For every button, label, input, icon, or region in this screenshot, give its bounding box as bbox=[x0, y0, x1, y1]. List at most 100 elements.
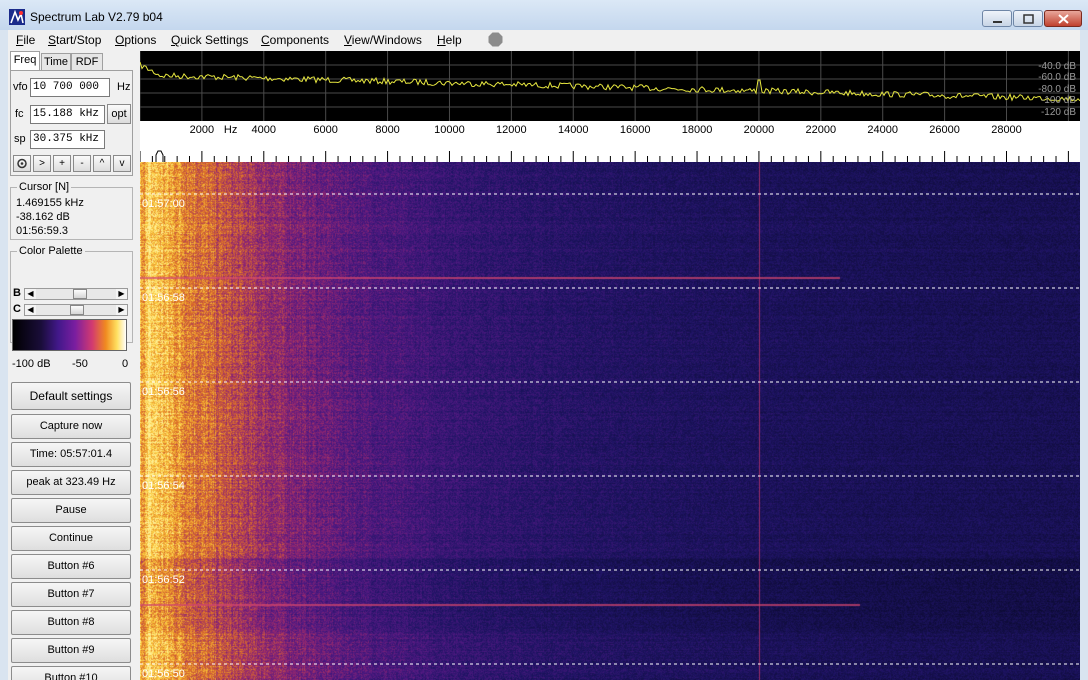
step-right-button[interactable]: > bbox=[33, 155, 51, 172]
frequency-label: 22000 bbox=[806, 124, 837, 136]
frequency-label: 8000 bbox=[375, 124, 399, 136]
spectrum-graph[interactable]: -40.0 dB-60.0 dB-80.0 dB-100 dB-120 dB bbox=[140, 51, 1080, 121]
contrast-slider[interactable]: ◀ ▶ bbox=[24, 304, 128, 316]
status-led-icon bbox=[488, 32, 503, 47]
db-label: -80.0 dB bbox=[1038, 84, 1076, 95]
frequency-label: 18000 bbox=[682, 124, 713, 136]
db-label: -100 dB bbox=[1041, 95, 1076, 106]
capture-now-button[interactable]: Capture now bbox=[11, 414, 131, 439]
opt-button[interactable]: opt bbox=[107, 104, 131, 124]
cursor-level: -38.162 dB bbox=[16, 211, 70, 223]
waterfall-display[interactable]: 01:57:00 01:56:58 01:56:56 01:56:54 01:56:52… bbox=[140, 162, 1080, 680]
palette-min-label: -100 dB bbox=[12, 358, 51, 370]
fc-label: fc bbox=[15, 108, 24, 120]
menu-file[interactable]: File bbox=[16, 33, 35, 47]
app-window: Spectrum Lab V2.79 b04 File Start/Stop O… bbox=[0, 0, 1088, 680]
time-marker-label: 01:56:54 bbox=[142, 480, 185, 492]
button-6[interactable]: Button #6 bbox=[11, 554, 131, 579]
menu-options[interactable]: Options bbox=[115, 33, 156, 47]
gear-icon bbox=[17, 158, 27, 169]
zoom-out-button[interactable]: - bbox=[73, 155, 91, 172]
contrast-label: C bbox=[13, 303, 21, 315]
frequency-label: 24000 bbox=[867, 124, 898, 136]
frequency-label: 2000 bbox=[190, 124, 214, 136]
time-marker-label: 01:56:50 bbox=[142, 668, 185, 680]
frequency-label: 28000 bbox=[991, 124, 1022, 136]
close-icon bbox=[1058, 14, 1069, 24]
menu-quick-settings[interactable]: Quick Settings bbox=[171, 33, 248, 47]
button-8[interactable]: Button #8 bbox=[11, 610, 131, 635]
sp-label: sp bbox=[14, 133, 26, 145]
maximize-icon bbox=[1023, 14, 1034, 24]
button-7[interactable]: Button #7 bbox=[11, 582, 131, 607]
db-label: -120 dB bbox=[1041, 107, 1076, 118]
title-bar[interactable]: Spectrum Lab V2.79 b04 bbox=[0, 0, 1088, 30]
scroll-right-icon[interactable]: ▶ bbox=[116, 305, 127, 315]
time-marker-label: 01:56:52 bbox=[142, 574, 185, 586]
scroll-left-icon[interactable]: ◀ bbox=[25, 305, 36, 315]
shift-up-button[interactable]: ^ bbox=[93, 155, 111, 172]
color-palette-bar bbox=[12, 319, 127, 351]
menu-start-stop[interactable]: Start/Stop bbox=[48, 33, 101, 47]
sp-input[interactable]: 30.375 kHz bbox=[30, 130, 105, 149]
frequency-label: 16000 bbox=[620, 124, 651, 136]
waterfall-overlay: 01:57:00 01:56:58 01:56:56 01:56:54 01:56:52… bbox=[140, 193, 1080, 680]
shift-down-button[interactable]: v bbox=[113, 155, 131, 172]
cursor-group: Cursor [N] 1.469155 kHz -38.162 dB 01:56… bbox=[10, 181, 133, 240]
control-panel: Freq Time RDF vfo 10 700 000 Hz fc 15.18… bbox=[8, 51, 137, 680]
spectrum-display[interactable]: -40.0 dB -60.0 dB -80.0 dB -100 dB -120 dB 2… bbox=[140, 51, 1080, 680]
minimize-icon bbox=[993, 21, 1002, 23]
peak-button[interactable]: peak at 323.49 Hz bbox=[11, 470, 131, 495]
default-settings-button[interactable]: Default settings bbox=[11, 382, 131, 410]
time-button[interactable]: Time: 05:57:01.4 bbox=[11, 442, 131, 467]
frequency-label: 20000 bbox=[744, 124, 775, 136]
frequency-unit: Hz bbox=[224, 124, 237, 136]
brightness-label: B bbox=[13, 287, 21, 299]
brightness-thumb[interactable] bbox=[73, 289, 88, 299]
scroll-right-icon[interactable]: ▶ bbox=[116, 289, 127, 299]
contrast-thumb[interactable] bbox=[70, 305, 84, 315]
fc-input[interactable]: 15.188 kHz bbox=[30, 105, 105, 124]
button-9[interactable]: Button #9 bbox=[11, 638, 131, 663]
time-marker-label: 01:56:56 bbox=[142, 386, 185, 398]
vfo-input[interactable]: 10 700 000 bbox=[30, 78, 110, 97]
pause-button[interactable]: Pause bbox=[11, 498, 131, 523]
frequency-scale[interactable]: 2000 Hz 4000 6000 8000 10000 12000 14000 16000 18… bbox=[140, 121, 1080, 162]
vfo-unit: Hz bbox=[117, 81, 131, 93]
palette-max-label: 0 bbox=[122, 358, 129, 370]
frequency-label: 10000 bbox=[434, 124, 465, 136]
cursor-group-title: Cursor [N] bbox=[17, 181, 72, 193]
minimize-button[interactable] bbox=[982, 10, 1012, 27]
frequency-label: 26000 bbox=[929, 124, 960, 136]
cursor-marker-icon bbox=[155, 150, 164, 162]
time-marker-label: 01:57:00 bbox=[142, 198, 185, 210]
tab-time[interactable]: Time bbox=[41, 53, 71, 70]
button-10[interactable]: Button #10 bbox=[11, 666, 131, 680]
vfo-label: vfo bbox=[13, 81, 28, 93]
frequency-label: 4000 bbox=[252, 124, 276, 136]
spectrum-trace bbox=[140, 61, 1080, 102]
menu-bar: File Start/Stop Options Quick Settings C… bbox=[8, 30, 1080, 50]
palette-mid-label: -50 bbox=[72, 358, 88, 370]
freq-tab-panel: vfo 10 700 000 Hz fc 15.188 kHz opt sp 3… bbox=[10, 70, 133, 176]
settings-button[interactable] bbox=[13, 155, 31, 172]
brightness-slider[interactable]: ◀ ▶ bbox=[24, 288, 128, 300]
zoom-in-button[interactable]: + bbox=[53, 155, 71, 172]
close-button[interactable] bbox=[1044, 10, 1082, 27]
cursor-frequency: 1.469155 kHz bbox=[16, 197, 84, 209]
frequency-label: 14000 bbox=[558, 124, 589, 136]
client-area: File Start/Stop Options Quick Settings C… bbox=[8, 30, 1080, 680]
db-label: -40.0 dB bbox=[1038, 61, 1076, 72]
db-label: -60.0 dB bbox=[1038, 72, 1076, 83]
continue-button[interactable]: Continue bbox=[11, 526, 131, 551]
scroll-left-icon[interactable]: ◀ bbox=[25, 289, 36, 299]
menu-view-windows[interactable]: View/Windows bbox=[344, 33, 422, 47]
frequency-label: 6000 bbox=[313, 124, 337, 136]
menu-help[interactable]: Help bbox=[437, 33, 462, 47]
frequency-label: 12000 bbox=[496, 124, 527, 136]
tab-rdf[interactable]: RDF bbox=[71, 53, 103, 70]
window-title: Spectrum Lab V2.79 b04 bbox=[30, 10, 163, 24]
menu-components[interactable]: Components bbox=[261, 33, 329, 47]
maximize-button[interactable] bbox=[1013, 10, 1043, 27]
tab-freq[interactable]: Freq bbox=[10, 51, 40, 70]
